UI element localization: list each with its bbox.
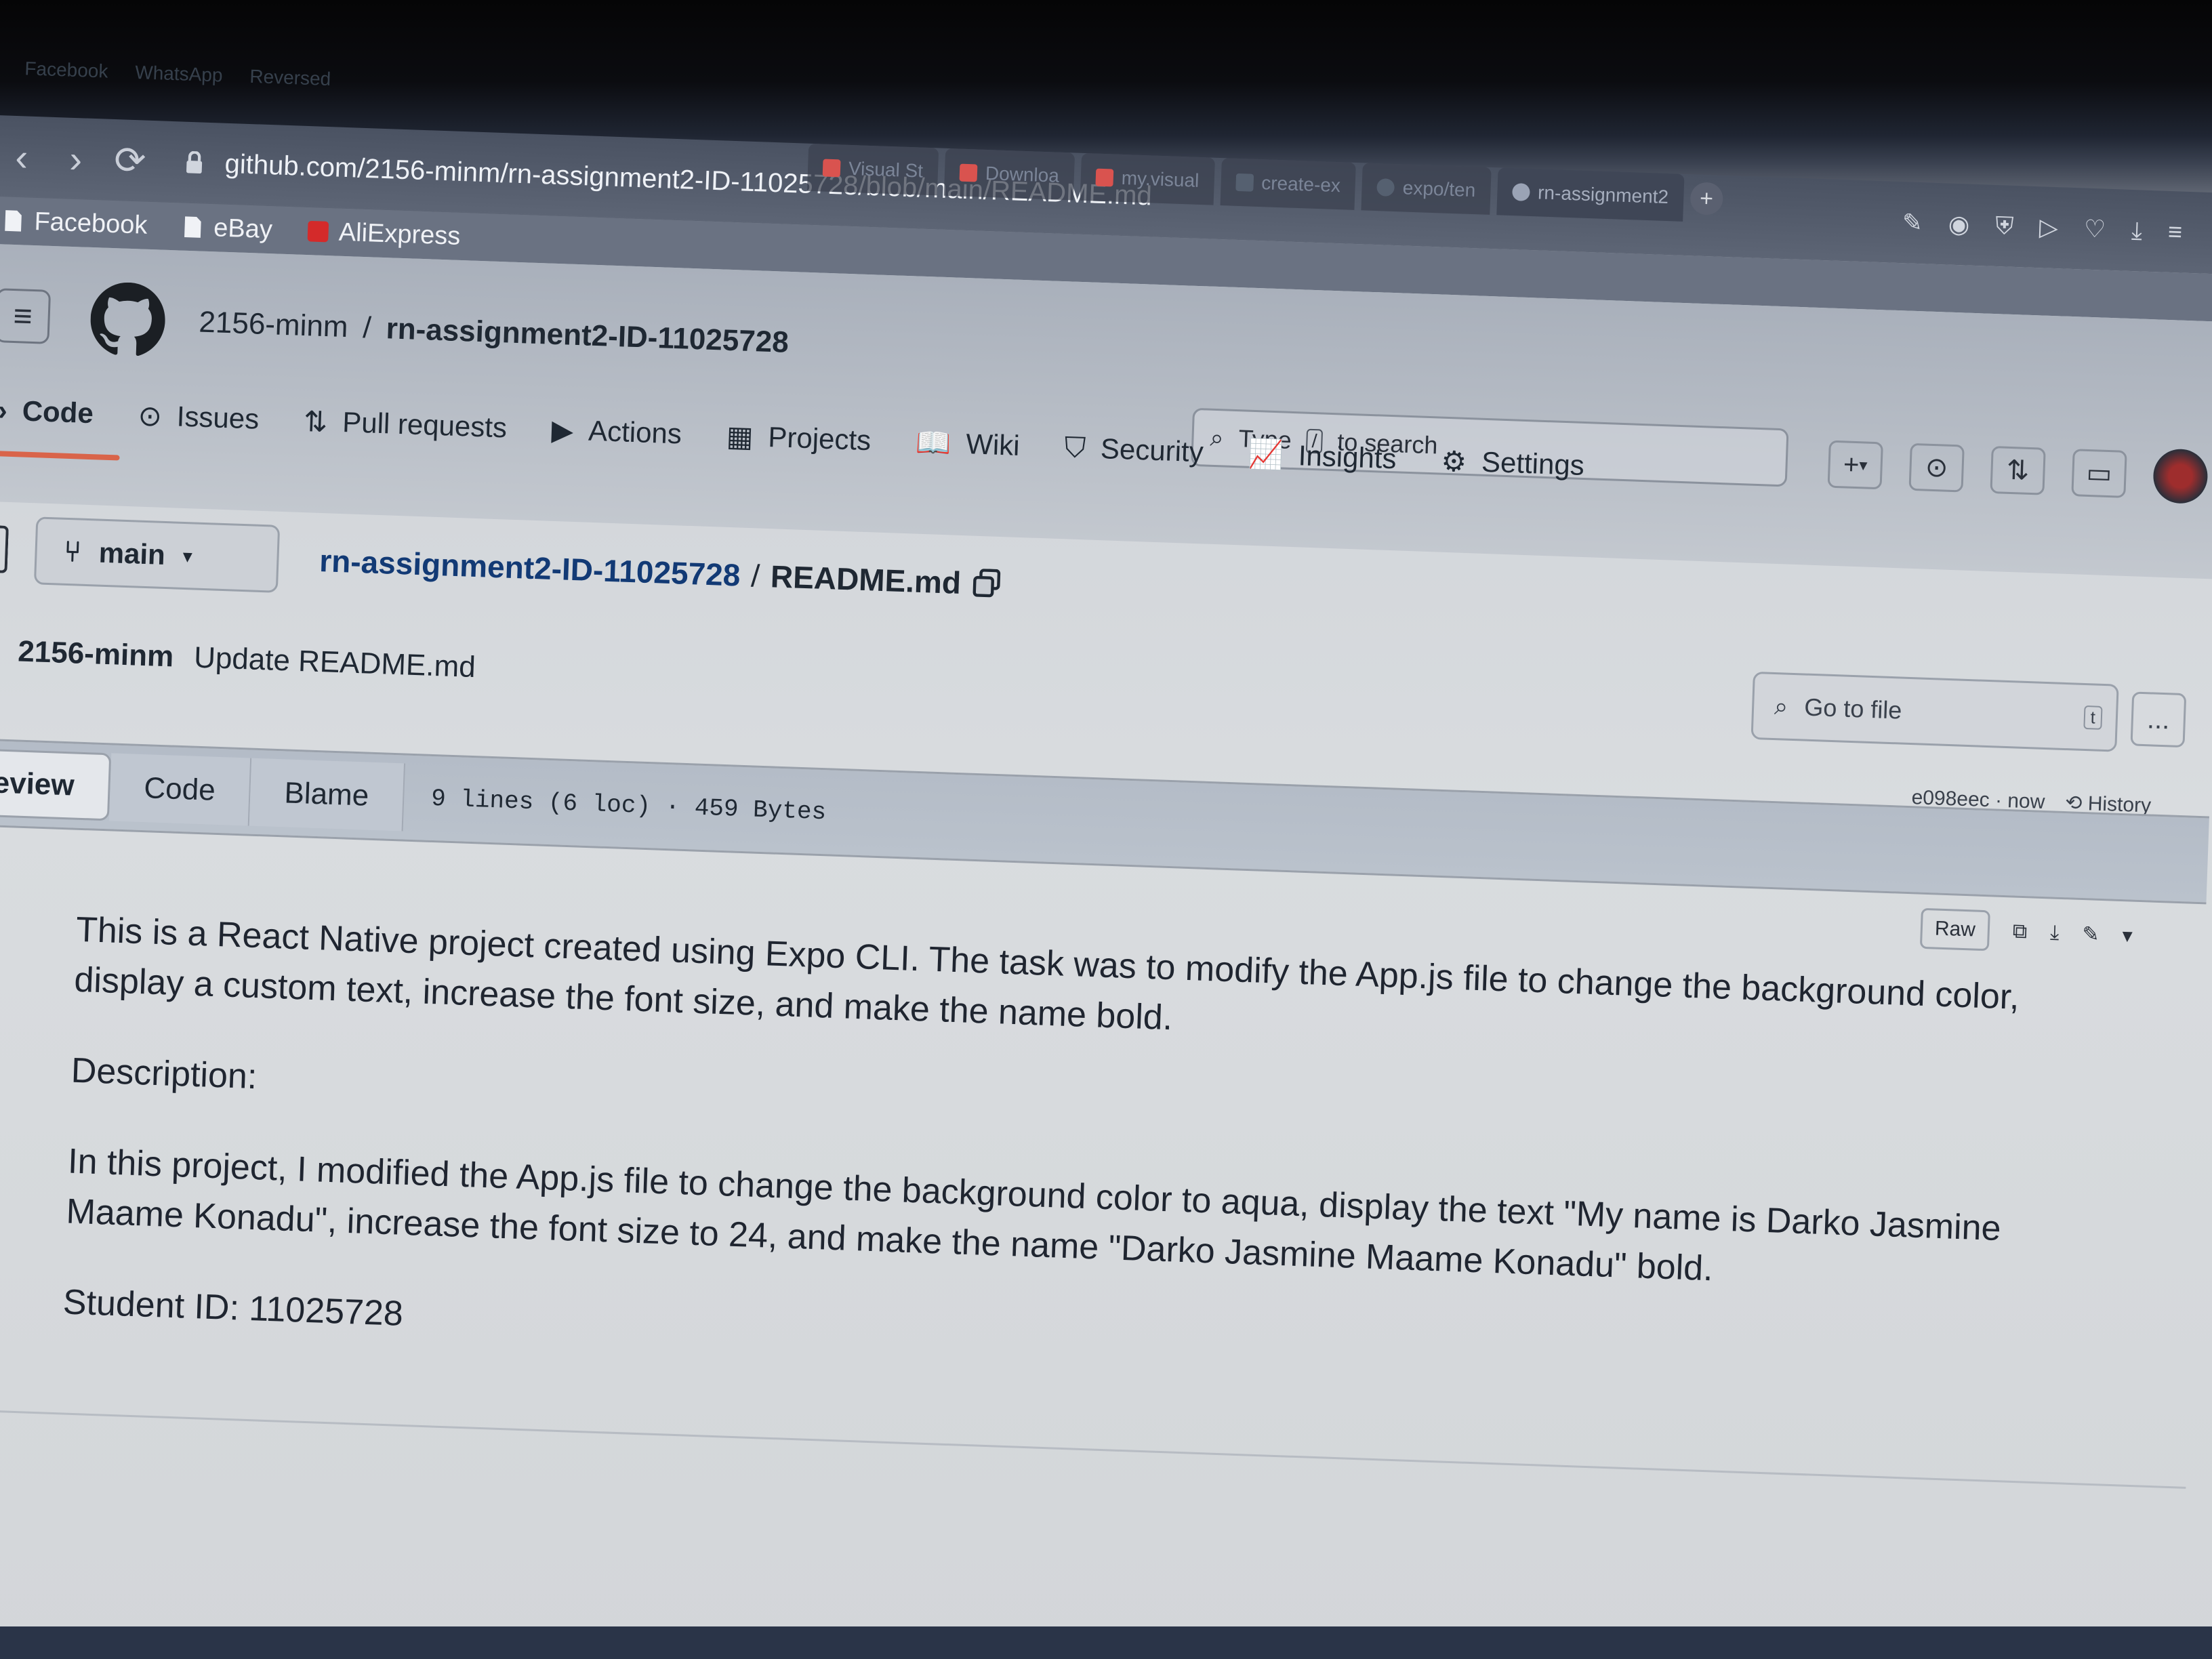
security-icon: ⛉ bbox=[1063, 430, 1086, 464]
wiki-icon: 📖 bbox=[915, 426, 952, 459]
side-panel-toggle-icon[interactable] bbox=[0, 525, 9, 573]
projects-icon: ▦ bbox=[726, 419, 754, 453]
insights-icon: 📈 bbox=[1247, 437, 1284, 470]
tab-rn-assignment2[interactable]: rn-assignment2 bbox=[1496, 167, 1685, 222]
tab-my-visual[interactable]: my.visual bbox=[1080, 152, 1215, 205]
file-toolbar: review Code Blame 9 lines (6 loc) · 459 … bbox=[0, 738, 2209, 905]
goto-shortcut-key: t bbox=[2083, 705, 2103, 730]
tab-projects[interactable]: ▦ Projects bbox=[726, 419, 872, 457]
bookmark-file-icon bbox=[184, 216, 201, 238]
settings-icon: ⚙ bbox=[1440, 445, 1467, 478]
pull-request-icon[interactable]: ⇅ bbox=[1990, 445, 2046, 495]
code-view-tab[interactable]: Code bbox=[108, 753, 252, 826]
inbox-icon[interactable]: ▭ bbox=[2071, 449, 2127, 498]
commit-message[interactable]: Update README.md bbox=[193, 641, 476, 684]
tab-code[interactable]: ‹› Code bbox=[0, 394, 94, 430]
photo-screen: Facebook WhatsApp Reversed ‹ › ⟳ github.… bbox=[0, 0, 2212, 1659]
tab-settings[interactable]: ⚙ Settings bbox=[1441, 444, 1585, 482]
taskbar-strip: Facebook WhatsApp Reversed bbox=[0, 41, 879, 125]
breadcrumb: rn-assignment2-ID-11025728 / README.md bbox=[319, 542, 1002, 602]
windows-icon bbox=[959, 163, 978, 182]
taskbar-bottom bbox=[0, 1626, 2212, 1659]
commit-author[interactable]: 2156-minm bbox=[18, 635, 174, 674]
aliexpress-icon bbox=[307, 220, 329, 243]
bookmark-ebay[interactable]: eBay bbox=[181, 212, 273, 245]
edit-icon[interactable]: ✎ bbox=[2082, 922, 2100, 947]
chevron-down-icon: ▾ bbox=[1858, 455, 1868, 475]
chevron-down-icon[interactable]: ▾ bbox=[2122, 924, 2133, 948]
tab-create-expo[interactable]: create-ex bbox=[1220, 158, 1357, 210]
taskbar-item[interactable]: WhatsApp bbox=[135, 62, 223, 86]
issues-icon[interactable]: ⊙ bbox=[1908, 443, 1965, 493]
preview-tab[interactable]: review bbox=[0, 747, 112, 821]
github-icon bbox=[1511, 183, 1530, 201]
file-info: 9 lines (6 loc) · 459 Bytes bbox=[430, 784, 827, 826]
branch-icon: ⑂ bbox=[63, 535, 82, 568]
readme-intro: This is a React Native project created u… bbox=[73, 909, 2020, 1038]
owner-link[interactable]: 2156-minm bbox=[199, 306, 349, 345]
view-switcher: review Code Blame bbox=[0, 747, 405, 832]
github-logo-icon[interactable] bbox=[89, 281, 167, 359]
go-to-file-input[interactable]: ⌕ Go to file t bbox=[1750, 671, 2119, 752]
tab-visual-studio[interactable]: Visual St bbox=[806, 143, 939, 196]
raw-button[interactable]: Raw bbox=[1919, 907, 1990, 951]
file-actions: Raw ⧉ ⤓ ✎ ▾ bbox=[1919, 907, 2133, 956]
more-options-button[interactable]: ... bbox=[2130, 691, 2187, 748]
breadcrumb-separator: / bbox=[750, 558, 761, 594]
expo-icon bbox=[1235, 173, 1254, 192]
windows-icon bbox=[822, 159, 841, 178]
tab-security[interactable]: ⛉ Security bbox=[1064, 431, 1204, 469]
issues-icon: ⊙ bbox=[137, 398, 163, 432]
bookmark-aliexpress[interactable]: AliExpress bbox=[306, 216, 461, 251]
taskbar-item[interactable]: Facebook bbox=[24, 58, 108, 82]
copy-path-icon[interactable] bbox=[971, 569, 1002, 600]
readme-description: In this project, I modified the App.js f… bbox=[65, 1141, 2002, 1289]
create-new-button[interactable]: + ▾ bbox=[1827, 440, 1883, 490]
taskbar-item[interactable]: Reversed bbox=[249, 66, 331, 90]
branch-selector[interactable]: ⑂ main ▾ bbox=[33, 516, 281, 593]
search-icon: ⌕ bbox=[1774, 691, 1789, 720]
screen-content: Facebook WhatsApp Reversed ‹ › ⟳ github.… bbox=[0, 0, 2212, 1659]
tab-expo-ten[interactable]: expo/ten bbox=[1361, 163, 1492, 215]
actions-icon: ▶ bbox=[551, 413, 575, 447]
tab-actions[interactable]: ▶ Actions bbox=[551, 413, 682, 451]
active-tab-underline bbox=[0, 450, 120, 461]
code-icon: ‹› bbox=[0, 393, 8, 426]
tab-issues[interactable]: ⊙ Issues bbox=[138, 398, 260, 436]
hamburger-menu-icon[interactable]: ≡ bbox=[0, 288, 52, 344]
back-icon[interactable]: ‹ bbox=[0, 129, 49, 185]
github-icon bbox=[1376, 178, 1395, 197]
chevron-down-icon: ▾ bbox=[182, 545, 193, 567]
repo-breadcrumb: 2156-minm / rn-assignment2-ID-11025728 bbox=[199, 306, 790, 360]
readme-body: This is a React Native project created u… bbox=[61, 905, 2082, 1438]
tab-wiki[interactable]: 📖 Wiki bbox=[915, 426, 1020, 462]
new-tab-button[interactable]: + bbox=[1689, 182, 1723, 216]
tab-pull-requests[interactable]: ⇅ Pull requests bbox=[303, 405, 508, 445]
bookmark-facebook[interactable]: Facebook bbox=[1, 206, 148, 240]
breadcrumb-file: README.md bbox=[770, 558, 962, 600]
download-icon[interactable]: ⤓ bbox=[2050, 921, 2060, 944]
windows-icon bbox=[1095, 168, 1114, 187]
header-actions: + ▾ ⊙ ⇅ ▭ bbox=[1827, 437, 2209, 505]
bookmark-file-icon bbox=[5, 210, 22, 232]
avatar[interactable] bbox=[2152, 448, 2209, 505]
forward-icon[interactable]: › bbox=[48, 131, 104, 187]
copy-icon[interactable]: ⧉ bbox=[2012, 920, 2028, 943]
blame-tab[interactable]: Blame bbox=[249, 758, 405, 832]
tab-insights[interactable]: 📈 Insights bbox=[1248, 437, 1397, 476]
repo-link[interactable]: rn-assignment2-ID-11025728 bbox=[386, 312, 790, 360]
breadcrumb-repo-link[interactable]: rn-assignment2-ID-11025728 bbox=[319, 542, 741, 594]
pull-request-icon: ⇅ bbox=[303, 405, 329, 438]
lock-icon bbox=[186, 150, 203, 174]
tab-downloads[interactable]: Downloa bbox=[943, 148, 1076, 201]
reload-icon[interactable]: ⟳ bbox=[102, 132, 158, 188]
breadcrumb-separator: / bbox=[362, 310, 372, 345]
